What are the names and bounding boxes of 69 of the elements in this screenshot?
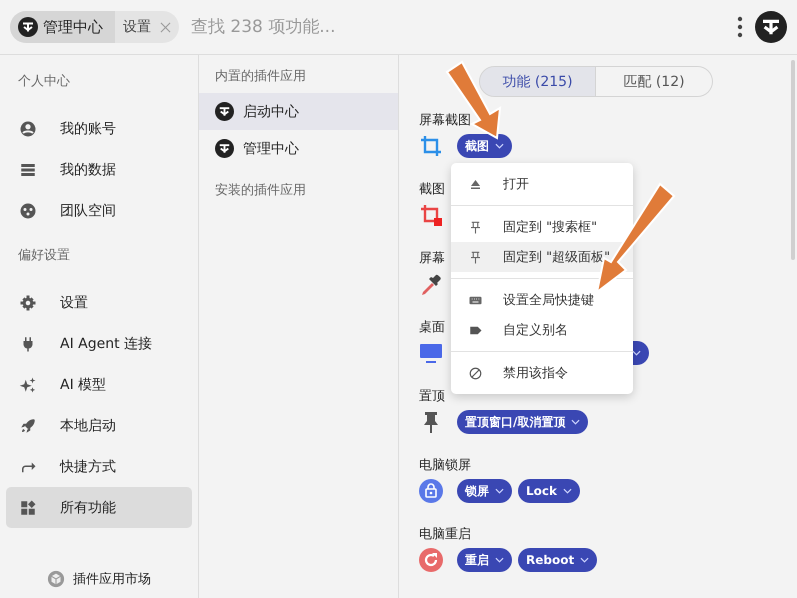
lock-icon bbox=[419, 479, 443, 503]
tab[interactable]: 功能 (215) bbox=[479, 66, 596, 97]
feature-title: 电脑锁屏 bbox=[419, 457, 471, 474]
restart-icon bbox=[419, 548, 443, 572]
command-chip[interactable]: 锁屏 bbox=[457, 479, 512, 503]
command-chip[interactable]: 重启 bbox=[457, 548, 512, 572]
search-field[interactable]: 查找 238 项功能... bbox=[189, 16, 737, 38]
caret-icon bbox=[562, 488, 572, 494]
eyedropper-icon bbox=[419, 272, 443, 296]
settings-icon bbox=[19, 294, 37, 312]
plugin-item[interactable]: 管理中心 bbox=[199, 130, 398, 167]
rocket-icon bbox=[19, 416, 37, 434]
command-chip[interactable]: 截图 bbox=[457, 134, 512, 158]
caret-icon bbox=[495, 488, 504, 494]
sparkle-icon bbox=[19, 376, 37, 394]
feature-title: 屏幕 bbox=[419, 250, 445, 267]
sidebar-item[interactable]: 设置 bbox=[6, 282, 192, 323]
section-heading: 个人中心 bbox=[17, 73, 71, 91]
logo-icon bbox=[215, 139, 234, 158]
tab[interactable]: 匹配 (12) bbox=[596, 66, 713, 97]
section-heading: 偏好设置 bbox=[17, 247, 71, 265]
sidebar-item[interactable]: 我的数据 bbox=[6, 149, 192, 190]
scrollbar[interactable] bbox=[791, 60, 795, 260]
monitor-icon bbox=[419, 341, 443, 365]
caret-icon bbox=[580, 557, 590, 563]
team-icon bbox=[19, 202, 37, 220]
command-chip[interactable]: Reboot bbox=[518, 548, 598, 572]
section-heading: 内置的插件应用 bbox=[214, 68, 307, 86]
sidebar-item[interactable]: 团队空间 bbox=[6, 190, 192, 231]
feature-title: 截图 bbox=[419, 181, 445, 198]
sidebar-item[interactable]: AI 模型 bbox=[6, 364, 192, 405]
sidebar-item[interactable]: 所有功能 bbox=[6, 487, 192, 528]
command-chip[interactable]: Lock bbox=[518, 479, 580, 503]
logo-icon bbox=[18, 17, 38, 37]
logo-icon[interactable] bbox=[755, 11, 787, 43]
caret-icon bbox=[495, 557, 504, 563]
caret-icon bbox=[571, 419, 580, 425]
menu-item[interactable]: 自定义别名 bbox=[451, 315, 633, 345]
cube-icon bbox=[47, 570, 65, 588]
feature-title: 置顶 bbox=[419, 388, 445, 405]
sidebar-item[interactable]: 我的账号 bbox=[6, 108, 192, 149]
plugin-market-link[interactable]: 插件应用市场 bbox=[6, 570, 192, 588]
crop-icon bbox=[419, 203, 443, 227]
crop-icon bbox=[419, 134, 443, 158]
pushpin-icon bbox=[468, 250, 483, 264]
menu-item[interactable]: 固定到 "超级面板" bbox=[451, 242, 633, 272]
menu-item[interactable]: 打开 bbox=[451, 169, 633, 199]
pushpin-icon bbox=[468, 220, 483, 234]
logo-icon bbox=[215, 102, 234, 121]
menu-item[interactable]: 设置全局快捷键 bbox=[451, 285, 633, 315]
menu-item[interactable]: 禁用该指令 bbox=[451, 358, 633, 388]
plugin-item[interactable]: 启动中心 bbox=[199, 93, 398, 130]
section-heading: 安装的插件应用 bbox=[214, 182, 307, 200]
widgets-icon bbox=[19, 498, 37, 516]
breadcrumb-app[interactable]: 管理中心 bbox=[10, 11, 115, 43]
caret-icon bbox=[495, 143, 504, 149]
command-chip[interactable]: 置顶窗口/取消置顶 bbox=[457, 410, 588, 434]
more-icon[interactable] bbox=[737, 16, 743, 38]
feature-title: 屏幕截图 bbox=[419, 112, 471, 129]
sidebar-item[interactable]: 快捷方式 bbox=[6, 446, 192, 487]
account-icon bbox=[19, 120, 37, 138]
breadcrumb-tag[interactable]: 设置 bbox=[115, 11, 179, 43]
feature-title: 电脑重启 bbox=[419, 526, 471, 543]
menu-item[interactable]: 固定到 "搜索框" bbox=[451, 212, 633, 242]
sidebar-item[interactable]: 本地启动 bbox=[6, 405, 192, 446]
sidebar-item[interactable]: AI Agent 连接 bbox=[6, 323, 192, 364]
block-icon bbox=[468, 366, 483, 380]
feature-title: 桌面 bbox=[419, 319, 445, 336]
caret-icon bbox=[632, 350, 641, 356]
